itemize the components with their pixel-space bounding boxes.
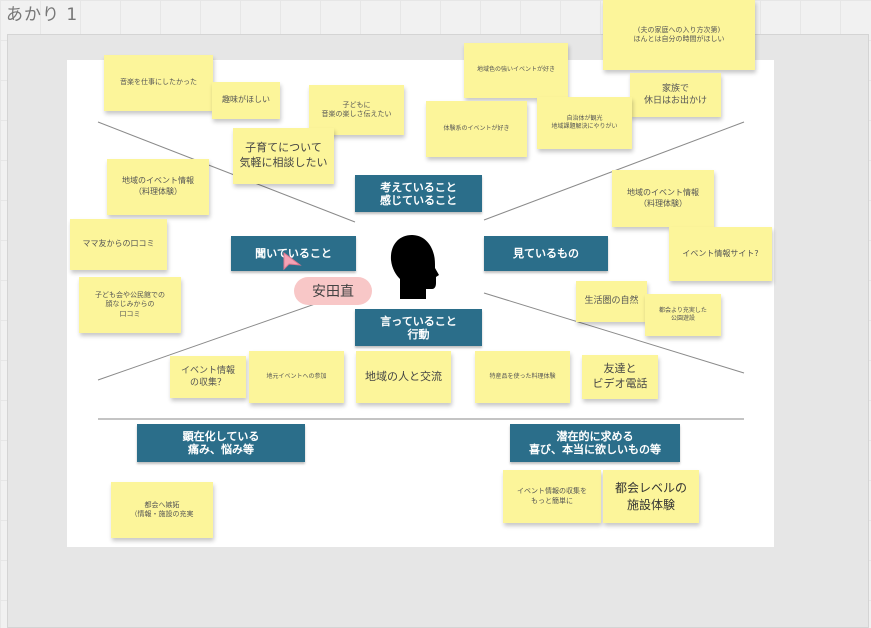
sticky-note[interactable]: 地域のイベント情報 （料理体験）: [612, 170, 714, 227]
label-think-feel: 考えていること 感じていること: [355, 175, 482, 212]
sticky-note[interactable]: 自治体が観光 地域課題解決にやりがい: [537, 97, 632, 149]
label-pain: 顕在化している 痛み、悩み等: [137, 424, 305, 462]
sticky-note[interactable]: イベント情報サイト?: [669, 227, 772, 281]
sticky-note[interactable]: 都会より充実した 公園遊設: [645, 294, 721, 336]
sticky-note[interactable]: 特産品を使った料理体験: [475, 351, 570, 403]
sticky-note[interactable]: ママ友からの口コミ: [70, 219, 167, 270]
sticky-note[interactable]: イベント情報 の収集？: [170, 356, 246, 398]
persona-head-icon: [390, 235, 439, 299]
cursor-pointer-icon: [283, 252, 302, 271]
sticky-note[interactable]: 体験系のイベントが好き: [426, 101, 527, 157]
sticky-note[interactable]: 地元イベントへの参加: [249, 351, 344, 403]
sticky-note[interactable]: 家族で 休日はお出かけ: [630, 73, 721, 117]
sticky-note[interactable]: 地域色の強いイベントが好き: [464, 43, 568, 98]
label-gain: 潜在的に求める 喜び、本当に欲しいもの等: [510, 424, 680, 462]
sticky-note[interactable]: 子ども会や公民館での 顔なじみからの 口コミ: [79, 277, 181, 333]
label-say-do: 言っていること 行動: [355, 309, 482, 346]
sticky-note[interactable]: (夫の家庭への入り方次第) ほんとは自分の時間がほしい: [603, 0, 755, 70]
sticky-note[interactable]: 子育てについて 気軽に相談したい: [233, 128, 334, 184]
sticky-note[interactable]: 趣味がほしい: [212, 82, 280, 119]
frame-title[interactable]: あかり 1: [6, 0, 78, 25]
persona-name-badge[interactable]: 安田直: [294, 277, 372, 305]
sticky-note[interactable]: 都会レベルの 施設体験: [603, 470, 699, 523]
sticky-note[interactable]: 地域の人と交流: [356, 351, 451, 403]
sticky-note[interactable]: 音楽を仕事にしたかった: [104, 55, 213, 111]
sticky-note[interactable]: 都会へ嫉妬 （情報・施設の充実: [111, 482, 213, 538]
label-see: 見ているもの: [484, 236, 608, 271]
sticky-note[interactable]: 友達と ビデオ電話: [582, 355, 658, 399]
sticky-note[interactable]: 生活圏の自然: [576, 281, 647, 322]
sticky-note[interactable]: 地域のイベント情報 （料理体験）: [107, 159, 209, 215]
sticky-note[interactable]: イベント情報の収集を もっと簡単に: [503, 470, 601, 523]
